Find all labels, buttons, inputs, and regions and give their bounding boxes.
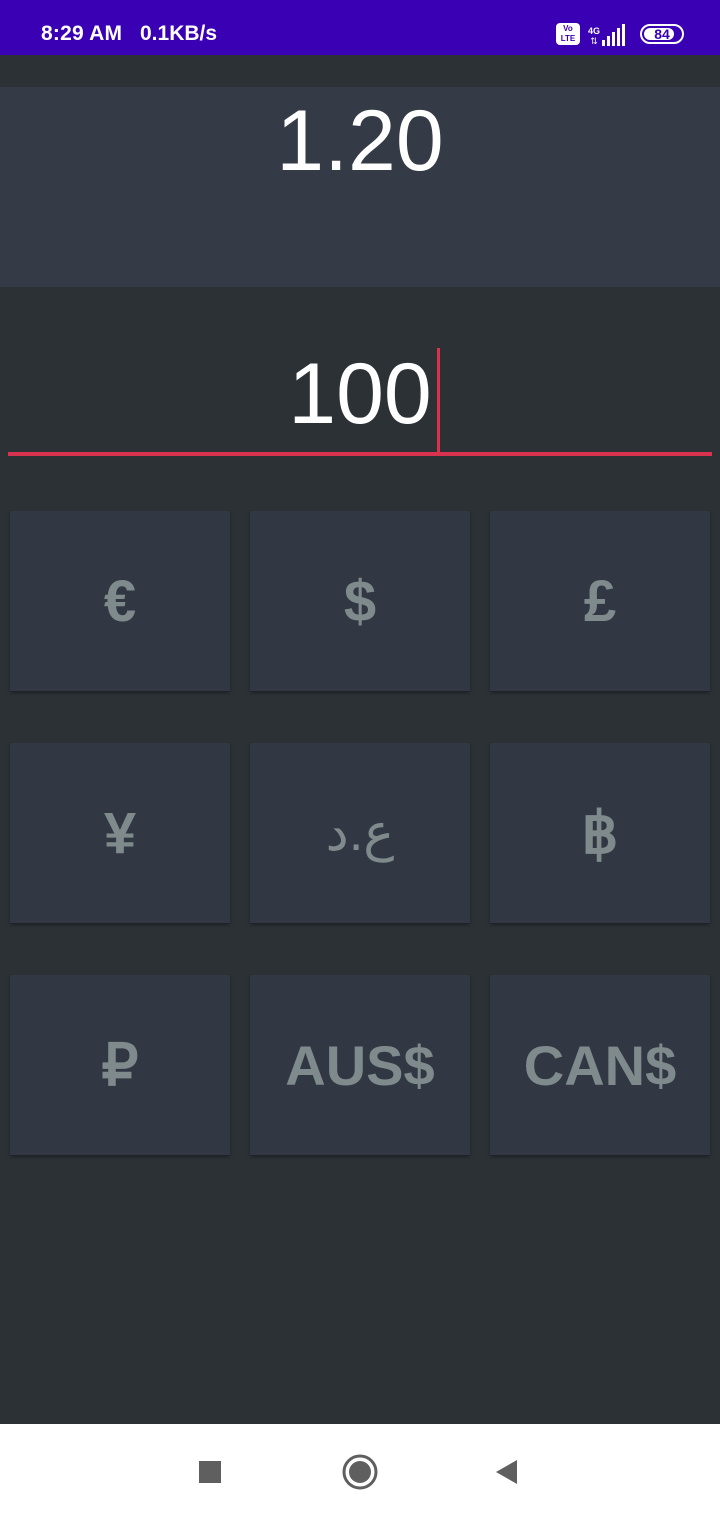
signal-icon: 4G ⇅	[588, 22, 626, 46]
home-circle-icon	[342, 1454, 378, 1490]
signal-bars-icon	[602, 24, 625, 46]
converted-result: 1.20	[276, 93, 444, 189]
input-underline	[8, 452, 712, 456]
currency-button-rub[interactable]: ₽	[10, 975, 230, 1155]
network-speed: 0.1KB/s	[140, 22, 218, 45]
text-cursor	[436, 348, 440, 454]
volte-icon: Vo LTE	[555, 23, 580, 45]
amount-value: 100	[288, 346, 432, 442]
currency-button-aud[interactable]: AUS$	[250, 975, 470, 1155]
battery-level: 84	[654, 26, 670, 42]
navigation-bar	[0, 1424, 720, 1520]
currency-button-thb[interactable]: ฿	[490, 743, 710, 923]
status-icons: Vo LTE 4G ⇅ 84	[555, 20, 684, 48]
currency-button-gbp[interactable]: £	[490, 511, 710, 691]
recents-square-icon	[199, 1461, 221, 1483]
network-type-label: 4G	[587, 26, 600, 36]
amount-input[interactable]: 100	[8, 330, 712, 456]
recents-button[interactable]	[190, 1452, 230, 1492]
status-bar: 8:29 AM 0.1KB/s Vo LTE 4G ⇅ 84	[0, 0, 720, 55]
currency-button-jpy[interactable]: ¥	[10, 743, 230, 923]
volte-text-top: Vo	[563, 24, 573, 33]
back-triangle-icon	[496, 1460, 517, 1484]
result-panel: 1.20	[0, 87, 720, 287]
home-button[interactable]	[340, 1452, 380, 1492]
data-arrows-icon: ⇅	[590, 36, 598, 46]
currency-button-iqd[interactable]: ع.د	[250, 743, 470, 923]
currency-button-cad[interactable]: CAN$	[490, 975, 710, 1155]
currency-button-usd[interactable]: $	[250, 511, 470, 691]
status-time: 8:29 AM	[41, 22, 123, 45]
battery-icon: 84	[640, 24, 684, 44]
volte-text-bottom: LTE	[560, 34, 576, 43]
currency-button-eur[interactable]: €	[10, 511, 230, 691]
back-button[interactable]	[486, 1452, 526, 1492]
